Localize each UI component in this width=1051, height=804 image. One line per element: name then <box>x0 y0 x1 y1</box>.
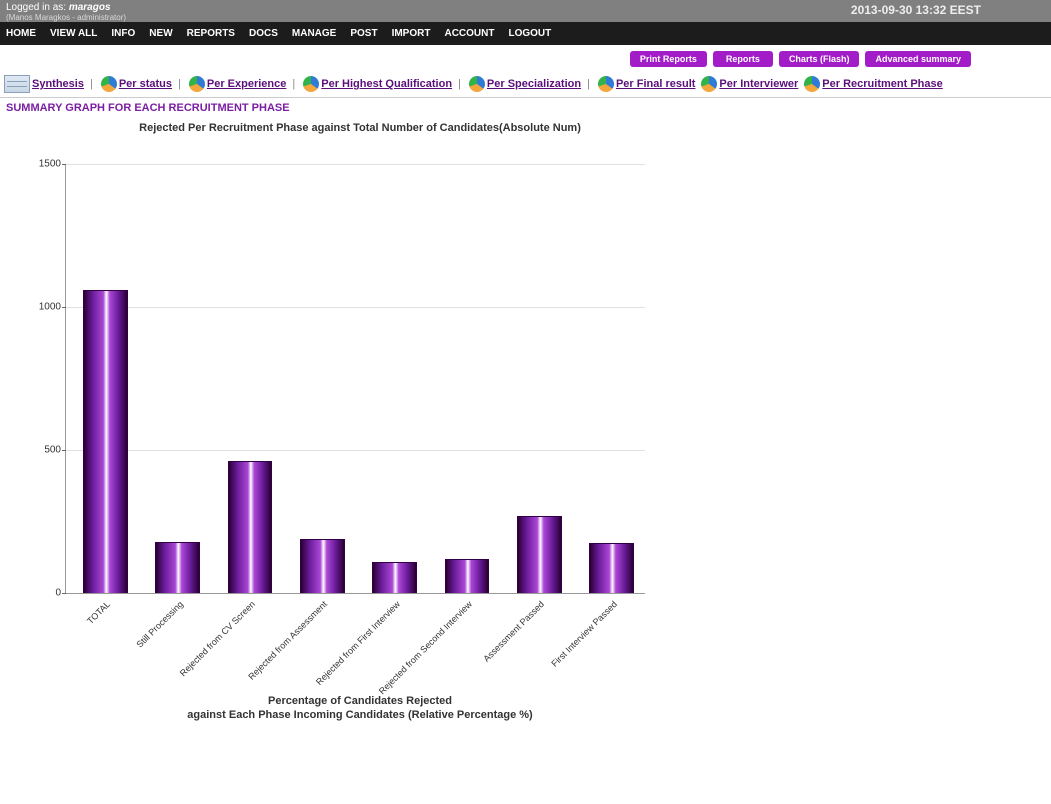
section-title: SUMMARY GRAPH FOR EACH RECRUITMENT PHASE <box>0 98 1051 118</box>
gridline <box>66 164 645 165</box>
x-axis-category-label: Rejected from CV Screen <box>178 599 257 678</box>
timestamp: 2013-09-30 13:32 EEST <box>851 3 981 17</box>
second-chart-title: Percentage of Candidates Rejected agains… <box>40 694 680 723</box>
pie-chart-icon <box>804 76 820 92</box>
menu-account[interactable]: ACCOUNT <box>444 28 494 39</box>
tab-per-interviewer[interactable]: Per Interviewer <box>719 78 798 90</box>
separator: | <box>178 78 181 90</box>
login-prefix: Logged in as: <box>6 2 69 13</box>
y-axis-tick-label: 1000 <box>26 302 61 313</box>
pie-chart-icon <box>598 76 614 92</box>
menu-docs[interactable]: DOCS <box>249 28 278 39</box>
menu-manage[interactable]: MANAGE <box>292 28 336 39</box>
print-reports-button[interactable]: Print Reports <box>630 51 707 67</box>
chart-bar <box>228 461 273 593</box>
reports-button[interactable]: Reports <box>713 51 773 67</box>
x-axis-category-label: Rejected from Assessment <box>247 599 330 682</box>
tab-per-final-result[interactable]: Per Final result <box>616 78 695 90</box>
y-axis-tick-label: 0 <box>26 588 61 599</box>
menu-logout[interactable]: LOGOUT <box>508 28 551 39</box>
x-axis-category-label: Rejected from First Interview <box>314 599 402 687</box>
pie-chart-icon <box>101 76 117 92</box>
menu-post[interactable]: POST <box>350 28 377 39</box>
advanced-summary-button[interactable]: Advanced summary <box>865 51 971 67</box>
x-axis-category-label: Assessment Passed <box>482 599 547 664</box>
second-chart-title-line2: against Each Phase Incoming Candidates (… <box>187 709 532 721</box>
sheet-icon <box>4 75 30 93</box>
login-info: Logged in as: maragos (Manos Maragkos - … <box>6 2 126 22</box>
pie-chart-icon <box>469 76 485 92</box>
y-axis-tick-mark <box>62 164 66 165</box>
tab-per-status[interactable]: Per status <box>119 78 172 90</box>
y-axis-tick-label: 1500 <box>26 159 61 170</box>
main-menu: HOME VIEW ALL INFO NEW REPORTS DOCS MANA… <box>0 22 1051 45</box>
menu-import[interactable]: IMPORT <box>392 28 431 39</box>
chart-bar <box>372 562 417 593</box>
y-axis-tick-mark <box>62 307 66 308</box>
x-axis-category-label: Still Processing <box>134 599 185 650</box>
tab-per-specialization[interactable]: Per Specialization <box>487 78 581 90</box>
gridline <box>66 307 645 308</box>
menu-info[interactable]: INFO <box>111 28 135 39</box>
separator: | <box>292 78 295 90</box>
separator: | <box>587 78 590 90</box>
y-axis-tick-mark <box>62 593 66 594</box>
chart-bar <box>589 543 634 593</box>
y-axis-tick-label: 500 <box>26 445 61 456</box>
login-subline: (Manos Maragkos - administrator) <box>6 13 126 22</box>
separator: | <box>90 78 93 90</box>
top-bar: Logged in as: maragos (Manos Maragkos - … <box>0 0 1051 22</box>
chart-bar <box>300 539 345 593</box>
menu-reports[interactable]: REPORTS <box>187 28 235 39</box>
separator: | <box>458 78 461 90</box>
chart-bar <box>445 559 490 593</box>
menu-new[interactable]: NEW <box>149 28 172 39</box>
x-axis-category-label: First Interview Passed <box>549 599 619 669</box>
menu-home[interactable]: HOME <box>6 28 36 39</box>
chart-bar <box>517 516 562 593</box>
pie-chart-icon <box>303 76 319 92</box>
tab-per-qualification[interactable]: Per Highest Qualification <box>321 78 452 90</box>
chart-container: 050010001500TOTALStill ProcessingRejecte… <box>10 164 670 594</box>
y-axis-tick-mark <box>62 450 66 451</box>
x-axis-category-label: TOTAL <box>85 599 112 626</box>
chart-bar <box>155 542 200 593</box>
tab-synthesis[interactable]: Synthesis <box>32 78 84 90</box>
charts-flash-button[interactable]: Charts (Flash) <box>779 51 860 67</box>
pie-chart-icon <box>701 76 717 92</box>
second-chart-title-line1: Percentage of Candidates Rejected <box>268 695 452 707</box>
chart-title: Rejected Per Recruitment Phase against T… <box>40 122 680 134</box>
tab-per-recruitment-phase[interactable]: Per Recruitment Phase <box>822 78 942 90</box>
gridline <box>66 450 645 451</box>
chart-plot-area: 050010001500TOTALStill ProcessingRejecte… <box>65 164 645 594</box>
login-username: maragos <box>69 2 111 13</box>
pie-chart-icon <box>189 76 205 92</box>
chart-bar <box>83 290 128 593</box>
menu-viewall[interactable]: VIEW ALL <box>50 28 97 39</box>
tab-per-experience[interactable]: Per Experience <box>207 78 287 90</box>
sub-tabs: Synthesis | Per status | Per Experience … <box>0 73 1051 98</box>
action-buttons-row: Print Reports Reports Charts (Flash) Adv… <box>0 45 1051 73</box>
